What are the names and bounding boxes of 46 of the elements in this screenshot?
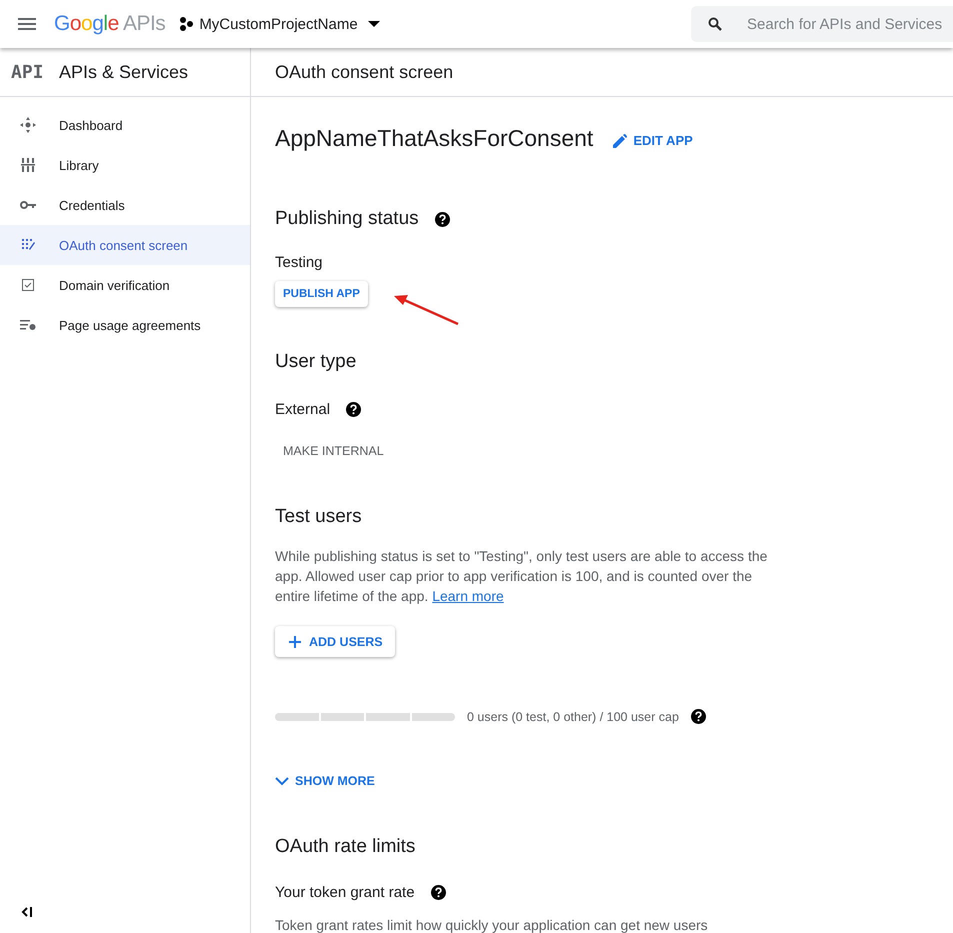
publish-app-button[interactable]: PUBLISH APP bbox=[275, 281, 368, 307]
project-selector[interactable]: MyCustomProjectName bbox=[199, 16, 358, 32]
checkbox-icon bbox=[20, 279, 36, 291]
section-title: User type bbox=[275, 351, 358, 373]
sidebar-item[interactable]: Domain verification bbox=[0, 265, 250, 305]
app-name: AppNameThatAsksForConsent bbox=[275, 125, 594, 152]
user-type-value: External bbox=[275, 401, 330, 418]
user-cap-text: 0 users (0 test, 0 other) / 100 user cap bbox=[467, 710, 679, 724]
section-title: OAuth rate limits bbox=[275, 836, 416, 858]
make-internal-button[interactable]: MAKE INTERNAL bbox=[275, 438, 392, 464]
section-title: Publishing status bbox=[275, 208, 419, 230]
google-apis-logo[interactable]: Google APIs bbox=[54, 12, 166, 36]
learn-more-link[interactable]: Learn more bbox=[432, 588, 504, 604]
help-icon[interactable] bbox=[434, 212, 450, 226]
sidebar-item[interactable]: Library bbox=[0, 145, 250, 185]
plus-icon bbox=[289, 636, 301, 648]
chevron-down-icon bbox=[275, 776, 289, 786]
menu-icon[interactable] bbox=[18, 18, 36, 30]
api-logo: API bbox=[11, 62, 45, 82]
show-more-button[interactable]: SHOW MORE bbox=[275, 768, 383, 794]
collapse-icon[interactable] bbox=[21, 907, 33, 917]
sidebar-item[interactable]: Page usage agreements bbox=[0, 305, 250, 345]
publishing-status: Testing bbox=[275, 254, 324, 271]
token-grant-rate-label: Your token grant rate bbox=[275, 884, 415, 901]
arrow-annotation bbox=[394, 294, 460, 326]
search-field[interactable]: Search for APIs and Services bbox=[691, 6, 953, 42]
project-dots-icon bbox=[179, 17, 194, 31]
sidebar-title: APIs & Services bbox=[59, 62, 188, 82]
help-icon[interactable] bbox=[690, 709, 706, 724]
caret-icon[interactable] bbox=[368, 21, 380, 27]
sidebar-item[interactable]: Credentials bbox=[0, 185, 250, 225]
section-title: Test users bbox=[275, 506, 363, 528]
add-users-button[interactable]: ADD USERS bbox=[275, 626, 395, 657]
page-title: OAuth consent screen bbox=[275, 62, 454, 82]
library-icon bbox=[20, 158, 36, 172]
help-icon[interactable] bbox=[346, 402, 362, 417]
edit-app-button[interactable]: EDIT APP bbox=[605, 127, 701, 154]
sidebar-item[interactable]: Dashboard bbox=[0, 105, 250, 145]
test-users-description: While publishing status is set to "Testing", only test users are able to access the app. Allowed user cap prior to app verification is 100, and is counted over the entire lifetime of the app. Learn more bbox=[275, 547, 768, 606]
key-icon bbox=[20, 200, 36, 210]
dotted-check-icon bbox=[20, 238, 36, 252]
pencil-icon bbox=[613, 134, 628, 148]
sidebar-item[interactable]: OAuth consent screen bbox=[0, 225, 250, 265]
help-icon[interactable] bbox=[430, 885, 446, 900]
token-grant-description: Token grant rates limit how quickly your application can get new users bbox=[275, 916, 709, 933]
diamond-dots-icon bbox=[20, 117, 36, 133]
